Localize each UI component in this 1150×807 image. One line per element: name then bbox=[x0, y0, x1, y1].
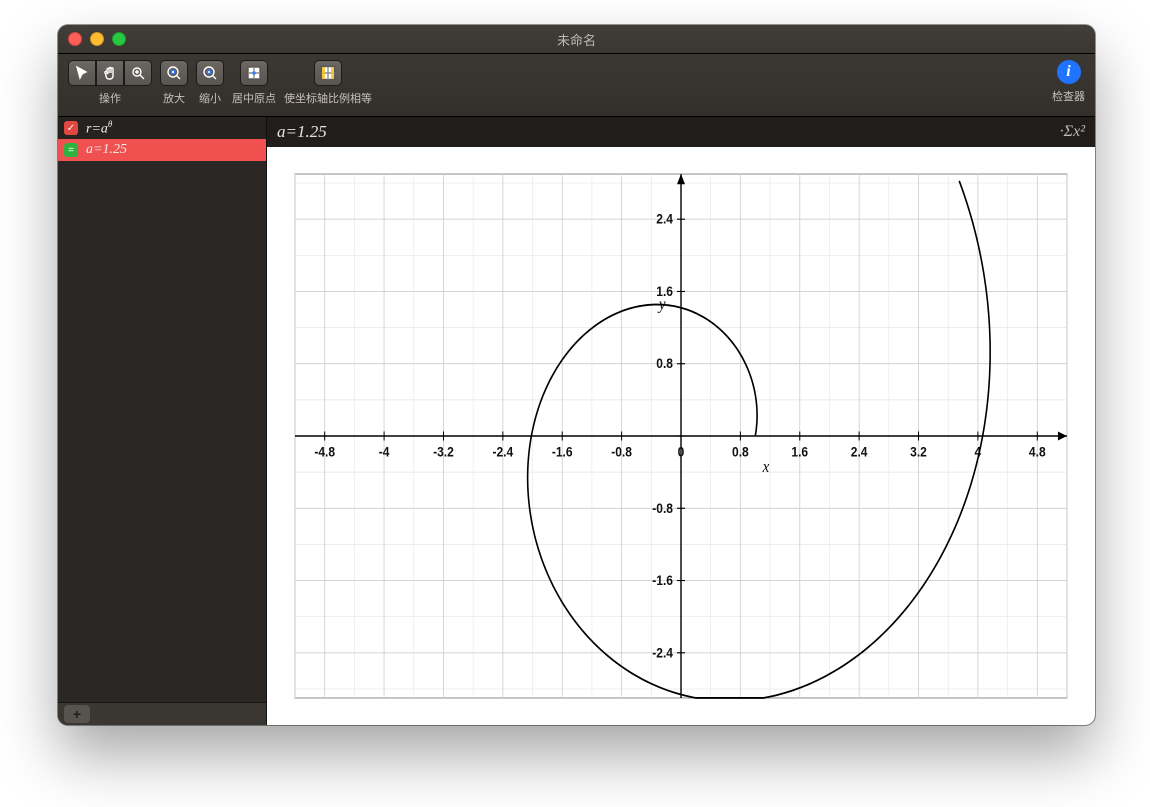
hand-icon bbox=[102, 65, 118, 81]
zoom-in-button[interactable] bbox=[160, 60, 188, 86]
equal-axes-button[interactable] bbox=[314, 60, 342, 86]
toolbar: 操作 放大 缩小 bbox=[58, 54, 1095, 117]
magnifier-icon bbox=[130, 65, 146, 81]
sigma-button[interactable]: ·Σx² bbox=[1060, 123, 1085, 141]
svg-text:-0.8: -0.8 bbox=[652, 500, 673, 516]
actions-label: 操作 bbox=[99, 90, 121, 106]
sidebar-bottom-bar: + bbox=[58, 702, 266, 725]
svg-text:1.6: 1.6 bbox=[791, 444, 808, 460]
inspector-button[interactable]: i bbox=[1057, 60, 1081, 84]
pan-tool-button[interactable] bbox=[96, 60, 124, 86]
svg-text:-0.8: -0.8 bbox=[611, 444, 632, 460]
close-window-button[interactable] bbox=[68, 32, 82, 46]
value-bar: a=1.25 ·Σx² bbox=[267, 117, 1095, 147]
equal-axes-label: 使坐标轴比例相等 bbox=[284, 90, 372, 106]
svg-text:x: x bbox=[762, 458, 770, 476]
app-window: 未命名 操作 bbox=[58, 25, 1095, 725]
svg-text:0.8: 0.8 bbox=[656, 356, 673, 372]
inspector-label: 检查器 bbox=[1052, 88, 1085, 104]
svg-text:3.2: 3.2 bbox=[910, 444, 927, 460]
titlebar[interactable]: 未命名 bbox=[58, 25, 1095, 54]
zoom-out-label: 缩小 bbox=[199, 90, 221, 106]
equation-formula: a=1.25 bbox=[86, 142, 127, 158]
equation-row[interactable]: ✓ r=aθ bbox=[58, 117, 266, 139]
svg-text:0: 0 bbox=[678, 444, 685, 460]
equation-formula: r=aθ bbox=[86, 119, 112, 138]
zoom-in-label: 放大 bbox=[163, 90, 185, 106]
zoom-out-icon bbox=[202, 65, 218, 81]
svg-text:-2.4: -2.4 bbox=[652, 645, 674, 661]
value-bar-text: a=1.25 bbox=[277, 122, 327, 142]
equation-list: ✓ r=aθ = a=1.25 bbox=[58, 117, 266, 702]
equal-axes-tool-group: 使坐标轴比例相等 bbox=[284, 60, 372, 106]
center-origin-tool-group: 居中原点 bbox=[232, 60, 276, 106]
add-equation-button[interactable]: + bbox=[64, 705, 90, 723]
svg-text:-3.2: -3.2 bbox=[433, 444, 454, 460]
zoom-out-tool-group: 缩小 bbox=[196, 60, 224, 106]
equation-visibility-checkbox[interactable]: = bbox=[64, 143, 78, 157]
zoom-in-tool-group: 放大 bbox=[160, 60, 188, 106]
zoom-in-icon bbox=[166, 65, 182, 81]
info-icon: i bbox=[1066, 63, 1070, 81]
svg-text:-2.4: -2.4 bbox=[493, 444, 515, 460]
svg-text:2.4: 2.4 bbox=[851, 444, 869, 460]
svg-text:-4.8: -4.8 bbox=[314, 444, 335, 460]
sidebar: ✓ r=aθ = a=1.25 + bbox=[58, 117, 267, 725]
pointer-icon bbox=[74, 65, 90, 81]
zoom-rect-tool-button[interactable] bbox=[124, 60, 152, 86]
center-origin-button[interactable] bbox=[240, 60, 268, 86]
content-area: a=1.25 ·Σx² -4.8 -4 -3.2 -2.4 -1.6 -0.8 0 0.8 1.… bbox=[267, 117, 1095, 725]
svg-text:2.4: 2.4 bbox=[656, 211, 674, 227]
svg-text:-4: -4 bbox=[379, 444, 391, 460]
actions-tool-group: 操作 bbox=[68, 60, 152, 106]
svg-text:0.8: 0.8 bbox=[732, 444, 749, 460]
minimize-window-button[interactable] bbox=[90, 32, 104, 46]
fullscreen-window-button[interactable] bbox=[112, 32, 126, 46]
svg-text:4.8: 4.8 bbox=[1029, 444, 1046, 460]
pointer-tool-button[interactable] bbox=[68, 60, 96, 86]
svg-text:-1.6: -1.6 bbox=[552, 444, 573, 460]
window-title: 未命名 bbox=[58, 30, 1095, 49]
equal-axes-icon bbox=[320, 65, 336, 81]
equation-visibility-checkbox[interactable]: ✓ bbox=[64, 121, 78, 135]
window-controls bbox=[68, 32, 126, 46]
inspector-tool-group: i 检查器 bbox=[1052, 60, 1085, 104]
plot-container: -4.8-4-3.2-2.4-1.6-0.800.81.62.43.244.8-… bbox=[267, 147, 1095, 725]
plot-canvas[interactable]: -4.8-4-3.2-2.4-1.6-0.800.81.62.43.244.8-… bbox=[285, 165, 1077, 707]
svg-text:-1.6: -1.6 bbox=[652, 572, 673, 588]
zoom-out-button[interactable] bbox=[196, 60, 224, 86]
center-origin-label: 居中原点 bbox=[232, 90, 276, 106]
equation-row[interactable]: = a=1.25 bbox=[58, 139, 266, 161]
center-origin-icon bbox=[246, 65, 262, 81]
